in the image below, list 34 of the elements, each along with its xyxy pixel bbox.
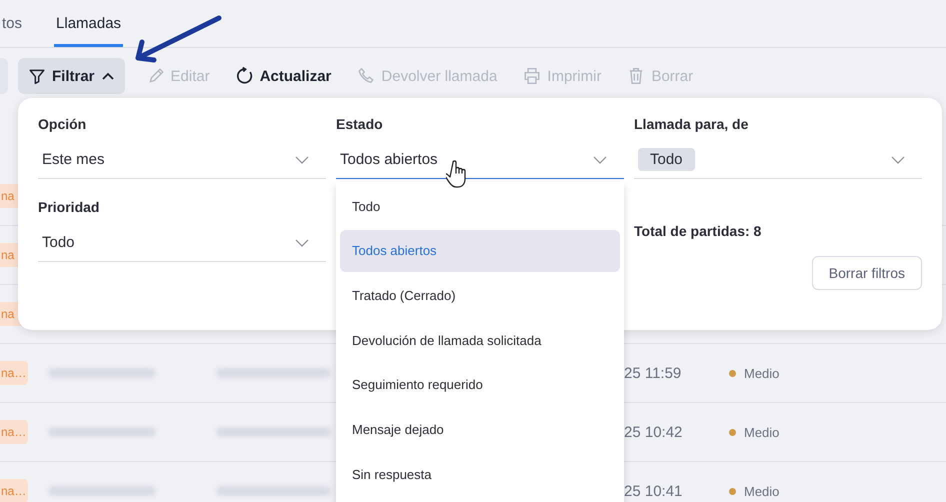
dropdown-option[interactable]: Todos abiertos	[340, 230, 620, 272]
dropdown-option[interactable]: Devolución de llamada solicitada	[340, 319, 620, 362]
category-tag: na…	[0, 361, 28, 385]
field-label: Opción	[38, 115, 88, 134]
dropdown-option[interactable]: Sin respuesta	[340, 453, 620, 496]
refresh-button[interactable]: Actualizar	[232, 58, 336, 94]
call-time: 25 10:42	[624, 424, 682, 440]
printer-icon	[523, 67, 542, 85]
priority-label: Medio	[744, 366, 780, 380]
priority-label: Medio	[744, 484, 780, 498]
refresh-icon	[236, 67, 254, 85]
dropdown-option[interactable]: Todo	[340, 185, 620, 227]
select-field[interactable]: Este mes	[38, 141, 326, 179]
field-label: Estado	[336, 115, 384, 134]
priority-label: Medio	[744, 424, 780, 440]
filter-icon	[28, 67, 46, 85]
dropdown-option[interactable]: Mensaje dejado	[340, 408, 620, 450]
select-field[interactable]: Todo	[38, 224, 326, 262]
dropdown-option[interactable]: Tratado (Cerrado)	[340, 274, 620, 316]
total-count: Total de partidas: 8	[634, 223, 762, 239]
call-time: 25 10:41	[624, 482, 682, 500]
clear-filters-button[interactable]: Borrar filtros	[812, 256, 922, 290]
filter-button[interactable]: Filtrar	[18, 58, 125, 94]
tab[interactable]: Llamadas	[54, 0, 124, 47]
select-field[interactable]: Todo	[634, 141, 922, 179]
tab[interactable]: tos	[0, 0, 24, 47]
dropdown-option[interactable]: Seguimiento requerido	[340, 364, 620, 406]
phone-icon	[357, 67, 376, 85]
call-time: 25 11:59	[624, 364, 682, 382]
field-label: Llamada para, de	[634, 115, 750, 134]
pencil-icon	[146, 67, 165, 85]
category-tag: na…	[0, 420, 28, 444]
field-label: Prioridad	[38, 198, 100, 217]
category-tag: na…	[0, 479, 28, 502]
